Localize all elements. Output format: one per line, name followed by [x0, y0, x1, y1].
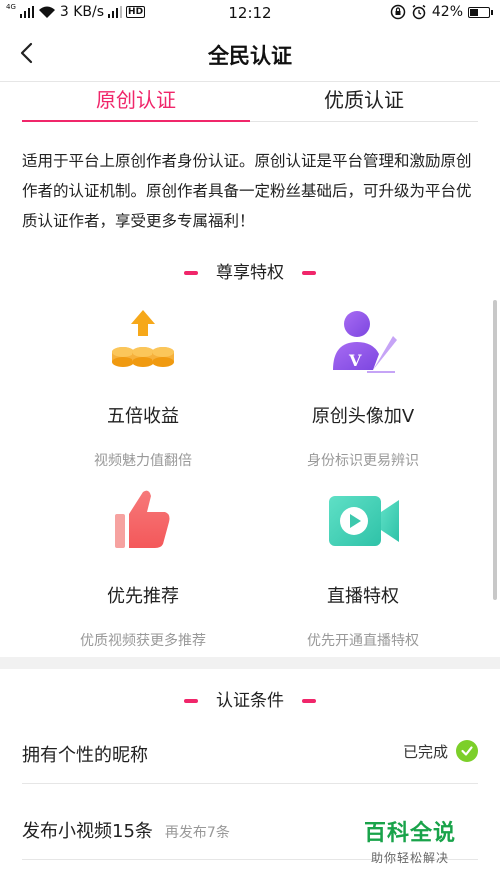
- condition-label-wrap: 发布小视频15条 再发布7条: [22, 817, 230, 843]
- certification-description: 适用于平台上原创作者身份认证。原创认证是平台管理和激励原创作者的认证机制。原创作…: [22, 152, 472, 230]
- alarm-icon: [412, 4, 426, 20]
- privileges-header: 尊享特权: [0, 258, 500, 283]
- benefit-priority-recommend: 优先推荐 优质视频获更多推荐: [28, 486, 258, 650]
- condition-row-nickname: 拥有个性的昵称 已完成: [22, 724, 478, 784]
- video-camera-icon: [329, 496, 399, 546]
- condition-remaining: 再发布7条: [164, 825, 230, 841]
- avatar-v-icon: V: [333, 311, 397, 373]
- conditions-header: 认证条件: [0, 686, 500, 711]
- benefit-avatar-v: V 原创头像加V 身份标识更易辨识: [248, 306, 478, 470]
- watermark-logo: 百科全说 助你轻松解决: [364, 815, 456, 866]
- condition-status-text: 已完成: [402, 742, 448, 761]
- rotation-lock-icon: [390, 4, 406, 20]
- condition-label: 拥有个性的昵称: [22, 745, 148, 766]
- condition-status: 已完成: [403, 740, 478, 762]
- header-dash-left: [184, 699, 198, 703]
- condition-label: 发布小视频15条: [22, 821, 153, 842]
- conditions-title: 认证条件: [216, 691, 284, 711]
- benefit-subtitle: 优先开通直播特权: [307, 633, 419, 649]
- header-dash-right: [302, 699, 316, 703]
- battery-percent: 42%: [431, 4, 463, 20]
- benefit-title: 直播特权: [327, 586, 399, 607]
- benefit-title: 优先推荐: [107, 586, 179, 607]
- benefit-subtitle: 优质视频获更多推荐: [80, 633, 206, 649]
- benefit-title: 原创头像加V: [311, 406, 415, 427]
- benefit-title: 五倍收益: [107, 406, 179, 427]
- header-dash-right: [302, 271, 316, 275]
- benefit-subtitle: 视频魅力值翻倍: [94, 453, 192, 469]
- watermark-main: 百科全说: [363, 821, 456, 846]
- benefit-five-times-income: 五倍收益 视频魅力值翻倍: [28, 306, 258, 470]
- privileges-title: 尊享特权: [216, 263, 284, 283]
- benefit-subtitle: 身份标识更易辨识: [307, 453, 419, 469]
- status-bar: 4G 3 KB/s HD 12:12 42%: [0, 0, 500, 26]
- check-icon: [456, 740, 478, 762]
- page-title: 全民认证: [208, 44, 292, 68]
- header-dash-left: [184, 271, 198, 275]
- thumbs-up-icon: [115, 490, 170, 548]
- svg-text:V: V: [348, 351, 362, 370]
- battery-icon: [468, 6, 493, 18]
- coins-arrow-icon: [112, 310, 174, 367]
- tab-bar: 原创认证 优质认证: [22, 82, 478, 122]
- tab-quality-certification[interactable]: 优质认证: [250, 82, 478, 122]
- battery-level: [470, 8, 478, 16]
- tab-original-certification[interactable]: 原创认证: [22, 82, 250, 122]
- benefit-live-privilege: 直播特权 优先开通直播特权: [248, 486, 478, 650]
- watermark-sub: 助你轻松解决: [370, 851, 449, 865]
- section-separator: [0, 657, 500, 669]
- status-right: 42%: [390, 4, 493, 20]
- nav-bar: 全民认证: [0, 26, 500, 82]
- scrollbar[interactable]: [493, 300, 497, 600]
